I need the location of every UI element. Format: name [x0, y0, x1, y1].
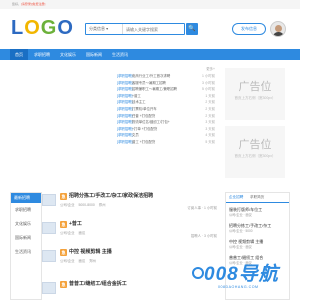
register-link[interactable]: [免费注册] [32, 2, 46, 6]
post-item[interactable]: 急中控 视频剪辑 主播 公司/企业 面议 郑州 [42, 249, 217, 264]
avatar[interactable] [270, 21, 286, 37]
list-item[interactable]: [求职招聘] +普工 1 天前 [117, 93, 215, 100]
nav-item-home[interactable]: 首页 [10, 49, 28, 60]
avatar-body [273, 32, 284, 36]
nav-item-culture[interactable]: 文化娱乐 [56, 49, 80, 60]
job-item[interactable]: 招聘分拣工/手改工/杂工 公司/企业 · 5000 [229, 223, 289, 234]
list-item[interactable]: [求职招聘] 任普 +打包配货 2 天前 [117, 113, 215, 120]
post-item[interactable]: 急 +普工 公司/企业 面议 招聘人 · 3 小时前 [42, 221, 217, 238]
post-thumbnail [42, 222, 56, 234]
category-panel-head: 最新招聘 [11, 193, 41, 203]
search-button[interactable]: 🔍 [186, 23, 198, 35]
job-meta: 公司/企业 · 5000 [229, 229, 253, 233]
watermark-text: 008导航 [204, 264, 279, 285]
category-panel: 最新招聘 求职招聘 文化娱乐 国际新闻 生活资讯 [10, 192, 42, 300]
post-author: 订阅人事 · 1 小时前 [187, 206, 217, 210]
urgent-icon: 急 [60, 249, 67, 256]
post-title: 急 +普工 [60, 221, 82, 228]
urgent-icon: 急 [60, 221, 67, 228]
urgent-icon: 急 [60, 281, 67, 288]
list-item[interactable]: [求职招聘] 文员 4 天前 [117, 132, 215, 139]
category-item[interactable]: 文化娱乐 [11, 217, 41, 231]
post-info-button[interactable]: 发布信息 [232, 23, 266, 35]
category-item[interactable]: 国际新闻 [11, 231, 41, 245]
list-item[interactable]: [求职招聘] 普工 +打包配货 5 天前 [117, 139, 215, 146]
urgent-icon: 急 [60, 193, 67, 200]
list-item[interactable]: [求职招聘] 打票机/单位开车 2 天前 [117, 106, 215, 113]
top-bar: 您好，[请登录][免费注册] [0, 0, 300, 9]
login-link[interactable]: [请登录] [21, 2, 32, 6]
post-thumbnail [42, 282, 56, 294]
info-list: [求职招聘] 电商行业工/外工首次求聘 1 小时前 [求职招聘] 客服专员～暑期工招聘… [117, 73, 215, 146]
post-title: 急招聘分拣工/手改工/杂工/家政保洁招聘 [60, 193, 154, 200]
post-item[interactable]: 急招聘分拣工/手改工/杂工/家政保洁招聘 公司/企业 5000-8000 郑州 订阅… [42, 193, 217, 210]
ad-subtitle: 首页上方右侧（宽300px） [234, 154, 276, 158]
list-item[interactable]: [求职招聘] 物流单位名/缝纫工/打包+ 3 天前 [117, 119, 215, 126]
category-item[interactable]: 求职招聘 [11, 203, 41, 217]
site-watermark: 008导航 008DAOHANG.COM [184, 264, 284, 294]
page: 您好，[请登录][免费注册] LOGO 分类信息 ▾ 🔍 发布信息 首页 求职招… [0, 0, 300, 300]
nav-item-life[interactable]: 生活资讯 [108, 49, 132, 60]
nav-item-jobs[interactable]: 求职招聘 [30, 49, 54, 60]
job-meta: 公司/企业 · 面议 [229, 213, 252, 217]
job-item[interactable]: 中控 视频剪辑 主播 公司/企业 · 面议 [229, 239, 289, 250]
ad-slot-bottom[interactable]: 广告位 首页上方右侧（宽300px） [225, 126, 285, 178]
list-more-link[interactable]: 更多+ [117, 66, 215, 71]
greeting-text: 您好， [12, 2, 22, 6]
list-item[interactable]: [求职招聘] 电商行业工/外工首次求聘 1 小时前 [117, 73, 215, 80]
nav-item-world-news[interactable]: 国际新闻 [82, 49, 106, 60]
post-thumbnail [42, 194, 56, 206]
list-item[interactable]: [求职招聘] 客服专员～暑期工招聘 3 小时前 [117, 80, 215, 87]
job-panel-tabs: 企业招聘 求职简历 [226, 193, 289, 203]
post-thumbnail [42, 250, 56, 262]
search-box: 分类信息 ▾ [85, 23, 185, 35]
main-nav: 首页 求职招聘 文化娱乐 国际新闻 生活资讯 [0, 49, 300, 60]
list-item[interactable]: [求职招聘] +打单 +打包配货 3 天前 [117, 126, 215, 133]
tab-company-jobs[interactable]: 企业招聘 [229, 193, 243, 202]
list-item[interactable]: [求职招聘] 技术主工 2 天前 [117, 99, 215, 106]
ad-title: 广告位 [238, 81, 272, 93]
watermark-logo-icon [192, 267, 204, 279]
avatar-face [275, 25, 282, 32]
ad-slot-top[interactable]: 广告位 首页上方右侧（宽300px） [225, 68, 285, 120]
job-item[interactable]: 服装打版师/车位工 公司/企业 · 面议 [229, 207, 289, 218]
search-category-select[interactable]: 分类信息 ▾ [87, 24, 123, 34]
ad-title: 广告位 [238, 139, 272, 151]
job-meta: 公司/企业 · 面议 [229, 245, 252, 249]
post-author: 招聘人 · 3 小时前 [190, 234, 217, 238]
search-input[interactable] [126, 25, 182, 33]
category-item[interactable]: 生活资讯 [11, 245, 41, 259]
ad-subtitle: 首页上方右侧（宽300px） [234, 96, 276, 100]
site-logo[interactable]: LOGO [11, 17, 73, 39]
list-item[interactable]: [求职招聘] 招聘兼职工～暑期工/兼职招聘 5 小时前 [117, 86, 215, 93]
tab-resumes[interactable]: 求职简历 [250, 193, 264, 202]
post-title: 急中控 视频剪辑 主播 [60, 249, 112, 256]
watermark-subtext: 008DAOHANG.COM [218, 285, 259, 289]
